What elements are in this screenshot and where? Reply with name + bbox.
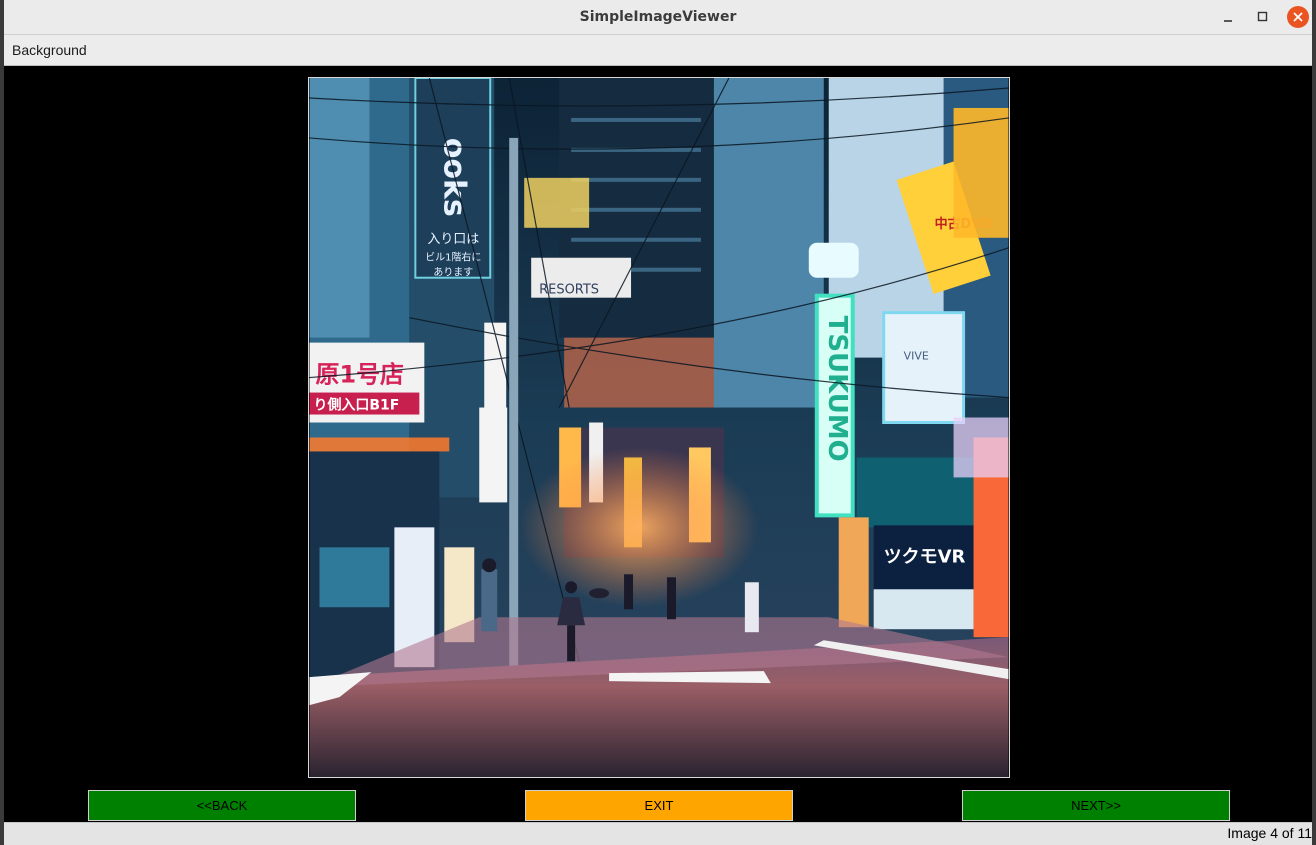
app-window: SimpleImageViewer Background 入り口は ビル1階右に… [4,0,1312,845]
image-counter: Image 4 of 11 [1227,825,1312,841]
window-title: SimpleImageViewer [579,9,737,25]
menu-background[interactable]: Background [12,35,87,65]
minimize-icon[interactable] [1218,7,1238,27]
sign-entrance-2: ビル1階右に [425,251,481,264]
maximize-icon[interactable] [1253,7,1273,27]
sign-entrance: 入り口は [427,232,479,247]
close-icon[interactable] [1287,6,1309,28]
sign-vive: VIVE [904,350,929,363]
sign-tsukumo: TSUKUMO [822,316,852,462]
exit-button[interactable]: EXIT [525,790,793,821]
sign-entrance-3: あります [433,267,473,279]
city-night-photo: 入り口は ビル1階右に あります ooks 原1号店 り側入口B1F RESOR… [309,78,1009,777]
menu-bar: Background [4,35,1312,66]
displayed-image: 入り口は ビル1階右に あります ooks 原1号店 り側入口B1F RESOR… [308,77,1010,778]
status-bar: Image 4 of 11 [4,822,1312,845]
back-button[interactable]: <<BACK [88,790,356,821]
next-button[interactable]: NEXT>> [962,790,1230,821]
sign-shop-entrance: り側入口B1F [313,397,399,414]
title-bar[interactable]: SimpleImageViewer [4,0,1312,35]
sign-vr: ツクモVR [884,546,966,567]
sign-shop: 原1号店 [315,361,404,389]
sign-books: ooks [436,138,471,217]
